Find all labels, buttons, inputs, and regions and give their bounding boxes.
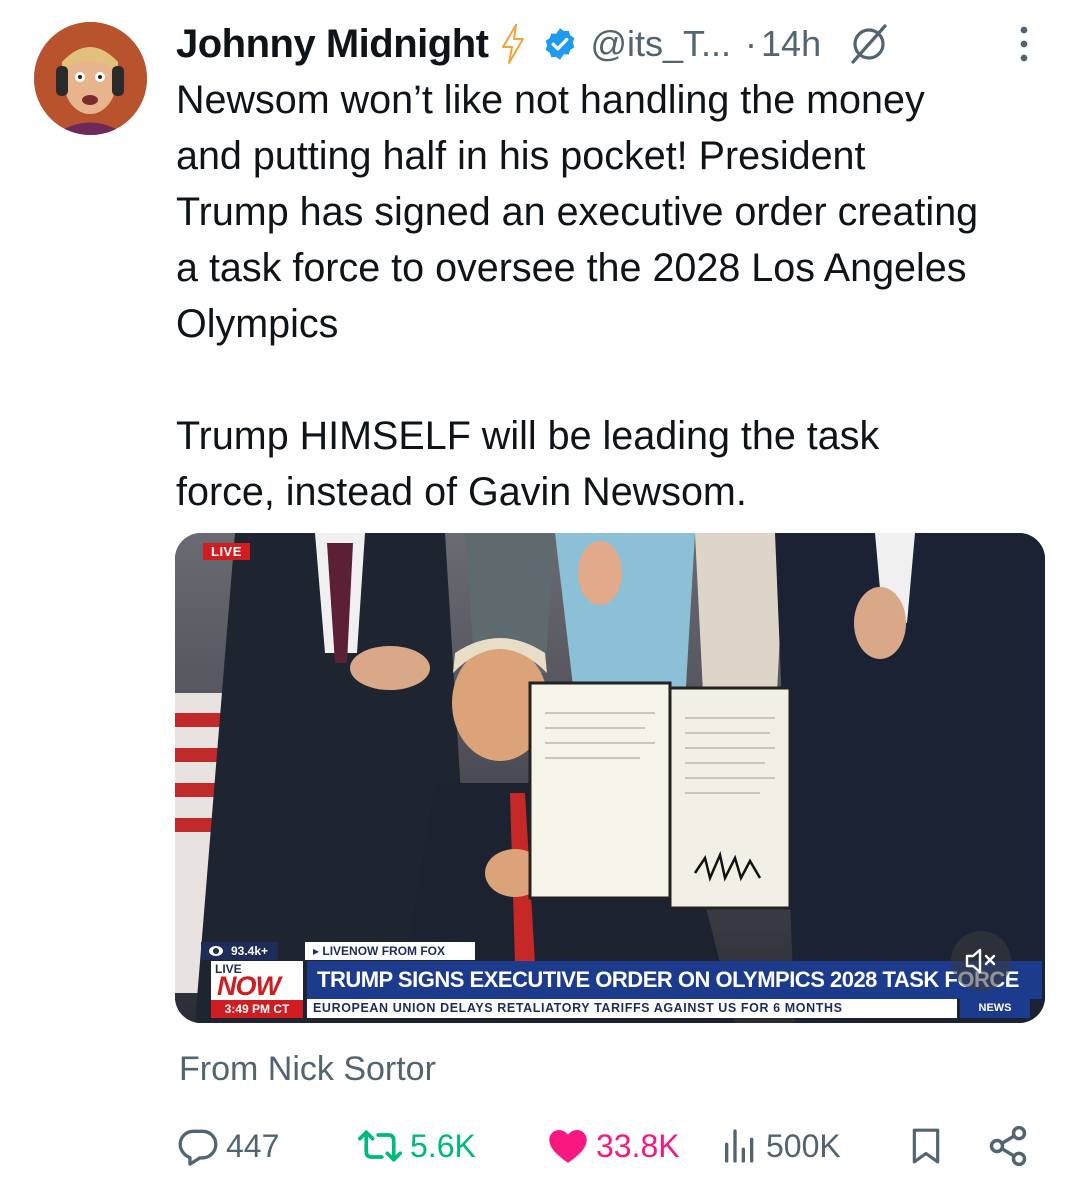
broadcast-time: 3:49 PM CT (211, 1000, 303, 1018)
separator-dot: · (745, 23, 758, 64)
timestamp[interactable]: 14h (761, 23, 821, 65)
avatar[interactable] (34, 22, 147, 135)
analytics-icon (725, 1129, 754, 1163)
heart-filled-icon (549, 1130, 587, 1163)
tweet-header: Johnny Midnight @its_T... · 14h (176, 14, 891, 74)
headline-chyron: TRUMP SIGNS EXECUTIVE ORDER ON OLYMPICS … (307, 961, 1042, 999)
author-name[interactable]: Johnny Midnight (176, 22, 489, 67)
views-button[interactable]: 500K (720, 1118, 841, 1174)
grok-icon[interactable] (847, 22, 891, 66)
live-label: LIVE (203, 543, 250, 560)
share-button[interactable] (986, 1118, 1036, 1174)
bookmark-button[interactable] (906, 1118, 952, 1174)
news-ticker: EUROPEAN UNION DELAYS RETALIATORY TARIFF… (307, 999, 957, 1018)
action-bar: 447 5.6K 33.8K 500K (0, 1118, 1080, 1174)
viewer-count: 93.4k+ (201, 942, 279, 960)
news-badge: NEWS (960, 999, 1030, 1018)
view-count: 500K (766, 1127, 841, 1164)
like-button[interactable]: 33.8K (546, 1118, 680, 1174)
share-icon (989, 1125, 1027, 1167)
livenow-now-text: NOW (217, 971, 281, 1001)
eye-icon (209, 946, 223, 956)
repost-count: 5.6K (410, 1127, 476, 1164)
reply-icon (178, 1129, 218, 1166)
author-handle[interactable]: @its_T... (590, 23, 731, 65)
unmute-button[interactable] (951, 931, 1011, 991)
tweet-text: Newsom won’t like not handling the money… (176, 78, 979, 514)
video-player[interactable]: LIVE 93.4k+ LIVENOW FROM FOX LIVE NOW 3:… (175, 533, 1045, 1023)
like-count: 33.8K (596, 1127, 680, 1164)
media-attribution[interactable]: From Nick Sortor (179, 1050, 436, 1089)
livenow-logo: LIVE NOW 3:49 PM CT (211, 961, 303, 1018)
reply-button[interactable]: 447 (176, 1118, 279, 1174)
lightning-bolt-icon (502, 24, 525, 64)
viewer-count-value: 93.4k+ (231, 944, 269, 958)
repost-icon (358, 1130, 402, 1162)
speaker-muted-icon (965, 948, 996, 974)
broadcast-source: LIVENOW FROM FOX (305, 942, 476, 960)
repost-button[interactable]: 5.6K (356, 1118, 476, 1174)
verified-badge-icon[interactable] (542, 26, 578, 62)
reply-count: 447 (226, 1127, 280, 1164)
bookmark-icon (912, 1128, 940, 1164)
more-options-icon[interactable] (1012, 24, 1036, 64)
